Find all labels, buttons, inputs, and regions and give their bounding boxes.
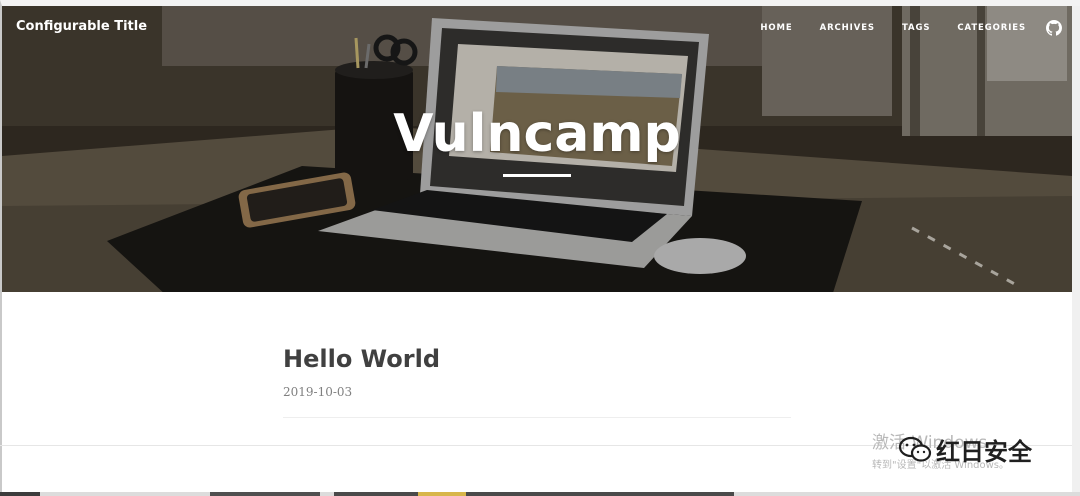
site-heading: Vulncamp: [2, 108, 1072, 177]
site-title: Vulncamp: [393, 104, 681, 164]
nav-categories-link[interactable]: CATEGORIES: [957, 23, 1026, 33]
post-date: 2019-10-03: [283, 385, 353, 399]
github-icon[interactable]: [1046, 20, 1062, 36]
top-navbar: Configurable Title HOME ARCHIVES TAGS CA…: [2, 6, 1072, 48]
nav-tags-link[interactable]: TAGS: [902, 23, 930, 33]
post-divider: [283, 417, 791, 418]
title-divider: [503, 174, 571, 177]
nav-home-link[interactable]: HOME: [760, 23, 792, 33]
wechat-icon: [898, 436, 932, 462]
taskbar: [0, 492, 1080, 496]
wechat-account-stamp: 红日安全: [898, 432, 1032, 467]
site-brand[interactable]: Configurable Title: [16, 19, 147, 34]
post-title[interactable]: Hello World: [283, 345, 791, 373]
nav-archives-link[interactable]: ARCHIVES: [820, 23, 875, 33]
stamp-text: 红日安全: [936, 438, 1032, 466]
nav-menu: HOME ARCHIVES TAGS CATEGORIES: [733, 20, 1062, 36]
post-preview: Hello World 2019-10-03: [283, 345, 791, 399]
scrollbar[interactable]: [1072, 6, 1080, 496]
